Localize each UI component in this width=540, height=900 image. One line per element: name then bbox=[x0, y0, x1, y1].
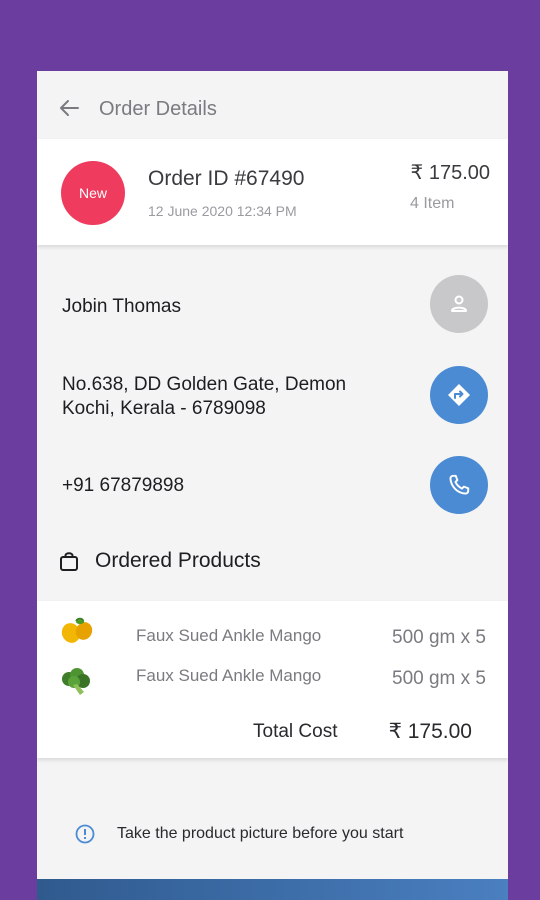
mango-icon bbox=[61, 617, 93, 643]
product-name: Faux Sued Ankle Mango bbox=[136, 626, 322, 645]
info-notice: Take the product picture before you star… bbox=[75, 824, 403, 844]
order-item-count: 4 Item bbox=[410, 195, 455, 212]
profile-button[interactable] bbox=[430, 275, 488, 333]
customer-address: No.638, DD Golden Gate, Demon Kochi, Ker… bbox=[62, 373, 346, 421]
order-price: ₹ 175.00 bbox=[410, 162, 490, 184]
order-summary-card: New Order ID #67490 12 June 2020 12:34 P… bbox=[37, 139, 508, 245]
call-button[interactable] bbox=[430, 456, 488, 514]
total-cost-label: Total Cost bbox=[253, 721, 338, 742]
product-quantity: 500 gm x 5 bbox=[392, 627, 486, 648]
notice-text: Take the product picture before you star… bbox=[117, 825, 404, 842]
product-name: Faux Sued Ankle Mango bbox=[136, 666, 322, 685]
total-cost-value: ₹ 175.00 bbox=[388, 720, 472, 743]
address-line-2: Kochi, Kerala - 6789098 bbox=[62, 398, 266, 419]
directions-button[interactable] bbox=[430, 366, 488, 424]
phone-icon bbox=[449, 474, 470, 495]
product-quantity: 500 gm x 5 bbox=[392, 668, 486, 689]
address-line-1: No.638, DD Golden Gate, Demon bbox=[62, 374, 347, 395]
directions-icon bbox=[448, 384, 470, 406]
ordered-products-heading: Ordered Products bbox=[57, 546, 261, 576]
start-button[interactable] bbox=[37, 879, 508, 900]
info-icon bbox=[75, 824, 95, 844]
order-details-screen: Order Details New Order ID #67490 12 Jun… bbox=[37, 71, 508, 900]
user-icon bbox=[451, 295, 467, 312]
back-arrow-icon[interactable] bbox=[57, 96, 81, 120]
page-title: Order Details bbox=[99, 98, 217, 120]
products-list: Faux Sued Ankle Mango 500 gm x 5 Faux Su… bbox=[37, 601, 508, 758]
shopping-bag-icon bbox=[60, 552, 78, 571]
app-header: Order Details bbox=[37, 71, 508, 141]
broccoli-icon bbox=[62, 668, 90, 695]
status-badge: New bbox=[61, 161, 125, 225]
order-date: 12 June 2020 12:34 PM bbox=[148, 203, 297, 219]
order-id: Order ID #67490 bbox=[148, 167, 305, 190]
section-title: Ordered Products bbox=[95, 549, 261, 572]
customer-phone: +91 67879898 bbox=[62, 475, 185, 496]
customer-name: Jobin Thomas bbox=[62, 296, 181, 317]
